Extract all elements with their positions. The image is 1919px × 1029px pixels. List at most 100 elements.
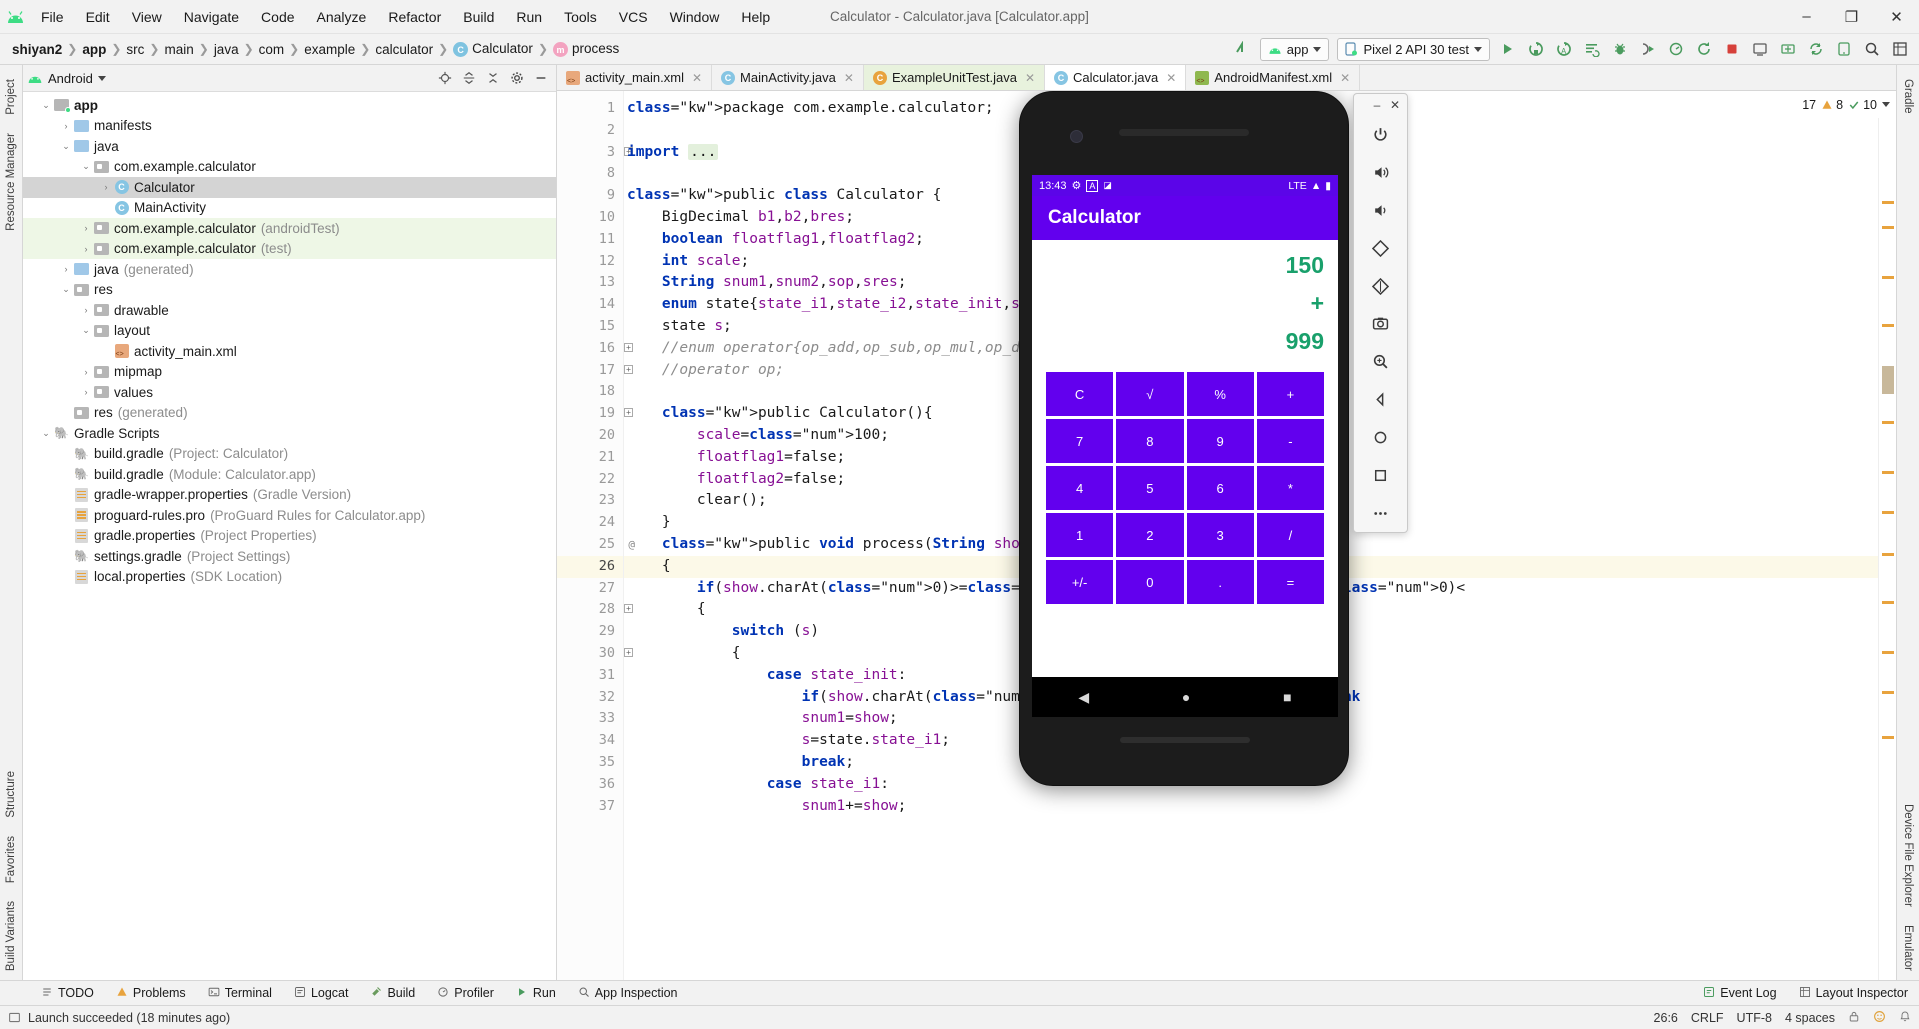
calc-key-2[interactable]: 2: [1116, 513, 1184, 557]
bottom-tab-app-inspection[interactable]: App Inspection: [567, 981, 689, 1005]
menu-view[interactable]: View: [121, 6, 173, 28]
sidebar-tab-device-file-explorer[interactable]: Device File Explorer: [1899, 795, 1917, 916]
bottom-tab-build[interactable]: Build: [359, 981, 426, 1005]
right-tool-strip[interactable]: Gradle Device File Explorer Emulator: [1896, 65, 1919, 980]
breadcrumb-com[interactable]: com: [255, 41, 289, 58]
editor-tab-bar[interactable]: activity_main.xml ✕ C MainActivity.java ✕ C Ex…: [557, 65, 1896, 91]
bottom-tab-todo[interactable]: TODO: [30, 981, 105, 1005]
bottom-tab-problems[interactable]: Problems: [105, 981, 197, 1005]
chevron-down-icon[interactable]: ⌄: [59, 141, 73, 152]
chevron-right-icon[interactable]: ›: [59, 264, 73, 274]
breadcrumb-app[interactable]: app: [78, 41, 110, 58]
rotate-right-icon[interactable]: [1362, 267, 1400, 305]
sdk-manager-icon[interactable]: [1775, 37, 1801, 62]
bottom-tab-logcat[interactable]: Logcat: [283, 981, 360, 1005]
module-selector[interactable]: app: [1259, 37, 1330, 61]
locate-icon[interactable]: [433, 67, 456, 89]
calc-key-plus[interactable]: +: [1256, 372, 1324, 416]
project-header-icons[interactable]: [433, 67, 552, 89]
run-with-coverage-icon[interactable]: [1579, 37, 1605, 62]
calc-key-3[interactable]: 3: [1186, 513, 1254, 557]
tree-item-mipmap[interactable]: › mipmap: [23, 362, 556, 383]
rerun-icon[interactable]: [1691, 37, 1717, 62]
sidebar-tab-build-variants[interactable]: Build Variants: [2, 892, 20, 980]
left-tool-strip[interactable]: Project Resource Manager Structure Favor…: [0, 65, 23, 980]
hide-panel-icon[interactable]: [529, 67, 552, 89]
menu-edit[interactable]: Edit: [75, 6, 121, 28]
breadcrumb-class-calculator[interactable]: C Calculator: [449, 40, 537, 59]
breadcrumb[interactable]: shiyan2 ❯ app ❯ src ❯ main ❯ java ❯ com …: [8, 40, 623, 59]
back-icon[interactable]: [1362, 381, 1400, 419]
menu-refactor[interactable]: Refactor: [377, 6, 452, 28]
chevron-right-icon[interactable]: ›: [59, 121, 73, 131]
recents-nav-icon[interactable]: ■: [1283, 689, 1291, 705]
close-icon[interactable]: ✕: [1025, 71, 1035, 85]
back-nav-icon[interactable]: ◀: [1078, 689, 1089, 706]
editor-tab-mainactivity-java[interactable]: C MainActivity.java ✕: [712, 65, 864, 90]
tree-item-com-example-calculator[interactable]: ⌄ com.example.calculator: [23, 157, 556, 178]
breadcrumb-java[interactable]: java: [210, 41, 243, 58]
stop-icon[interactable]: [1719, 37, 1745, 62]
main-toolbar[interactable]: app Pixel 2 API 30 test A: [1229, 37, 1919, 62]
tree-item-layout[interactable]: ⌄ layout: [23, 321, 556, 342]
bottom-tab-event-log[interactable]: Event Log: [1692, 981, 1787, 1005]
calc-key-dot[interactable]: .: [1186, 560, 1254, 604]
close-icon[interactable]: ✕: [692, 71, 702, 85]
line-separator[interactable]: CRLF: [1691, 1011, 1724, 1025]
indent-setting[interactable]: 4 spaces: [1785, 1011, 1835, 1025]
calc-key-1[interactable]: 1: [1046, 513, 1114, 557]
bell-icon[interactable]: [1899, 1010, 1911, 1026]
calc-key-8[interactable]: 8: [1116, 419, 1184, 463]
chevron-right-icon[interactable]: ›: [79, 367, 93, 377]
chevron-right-icon[interactable]: ›: [99, 182, 113, 192]
sidebar-tab-gradle[interactable]: Gradle: [1899, 70, 1917, 123]
profile-icon[interactable]: [1663, 37, 1689, 62]
tree-item-app[interactable]: ⌄ app: [23, 95, 556, 116]
breadcrumb-src[interactable]: src: [122, 41, 148, 58]
android-nav-bar[interactable]: ◀ ● ■: [1032, 677, 1338, 717]
minimize-button[interactable]: –: [1784, 0, 1829, 33]
apply-changes-icon[interactable]: [1523, 37, 1549, 62]
emulator-minimize-button[interactable]: –: [1369, 97, 1385, 113]
tree-item-settings-gradle[interactable]: 🐘 settings.gradle (Project Settings): [23, 546, 556, 567]
phone-screen[interactable]: 13:43 ⚙ A ◪ LTE ▲ ▮ Calculator 150 + 999…: [1032, 175, 1338, 677]
breadcrumb-main[interactable]: main: [160, 41, 197, 58]
volume-up-icon[interactable]: [1362, 154, 1400, 192]
chevron-right-icon[interactable]: ›: [79, 305, 93, 315]
status-bar-right[interactable]: 26:6 CRLF UTF-8 4 spaces: [1654, 1010, 1911, 1026]
breadcrumb-shiyan2[interactable]: shiyan2: [8, 41, 66, 58]
tree-item-drawable[interactable]: › drawable: [23, 300, 556, 321]
menu-navigate[interactable]: Navigate: [173, 6, 250, 28]
layout-inspector-icon[interactable]: [1887, 37, 1913, 62]
home-icon[interactable]: [1362, 419, 1400, 457]
tree-item-build-gradle[interactable]: 🐘 build.gradle (Module: Calculator.app): [23, 464, 556, 485]
power-icon[interactable]: [1362, 116, 1400, 154]
tree-item-java[interactable]: › java (generated): [23, 259, 556, 280]
sidebar-tab-favorites[interactable]: Favorites: [2, 827, 20, 892]
tree-item-res[interactable]: ⌄ res: [23, 280, 556, 301]
caret-position[interactable]: 26:6: [1654, 1011, 1678, 1025]
menu-analyze[interactable]: Analyze: [306, 6, 378, 28]
chevron-down-icon[interactable]: [97, 75, 106, 81]
calc-key-multiply[interactable]: *: [1256, 466, 1324, 510]
calc-key-equals[interactable]: =: [1256, 560, 1324, 604]
menu-code[interactable]: Code: [250, 6, 305, 28]
make-project-icon[interactable]: [1229, 37, 1255, 62]
close-icon[interactable]: ✕: [844, 71, 854, 85]
menu-help[interactable]: Help: [730, 6, 781, 28]
calc-key-5[interactable]: 5: [1116, 466, 1184, 510]
emulator-close-button[interactable]: ✕: [1387, 97, 1403, 113]
emulator-window[interactable]: 13:43 ⚙ A ◪ LTE ▲ ▮ Calculator 150 + 999…: [1019, 91, 1408, 786]
code-line[interactable]: snum1+=show;: [624, 796, 1878, 818]
tree-item-values[interactable]: › values: [23, 382, 556, 403]
volume-down-icon[interactable]: [1362, 192, 1400, 230]
editor-tab-calculator-java[interactable]: C Calculator.java ✕: [1045, 65, 1187, 90]
avd-manager-icon[interactable]: [1747, 37, 1773, 62]
menu-run[interactable]: Run: [505, 6, 553, 28]
breadcrumb-calculator[interactable]: calculator: [371, 41, 437, 58]
debug-icon[interactable]: [1607, 37, 1633, 62]
tree-item-proguard-rules-pro[interactable]: proguard-rules.pro (ProGuard Rules for Ca…: [23, 505, 556, 526]
expand-all-icon[interactable]: [457, 67, 480, 89]
calc-key-C[interactable]: C: [1046, 372, 1114, 416]
chevron-down-icon[interactable]: ⌄: [59, 284, 73, 295]
